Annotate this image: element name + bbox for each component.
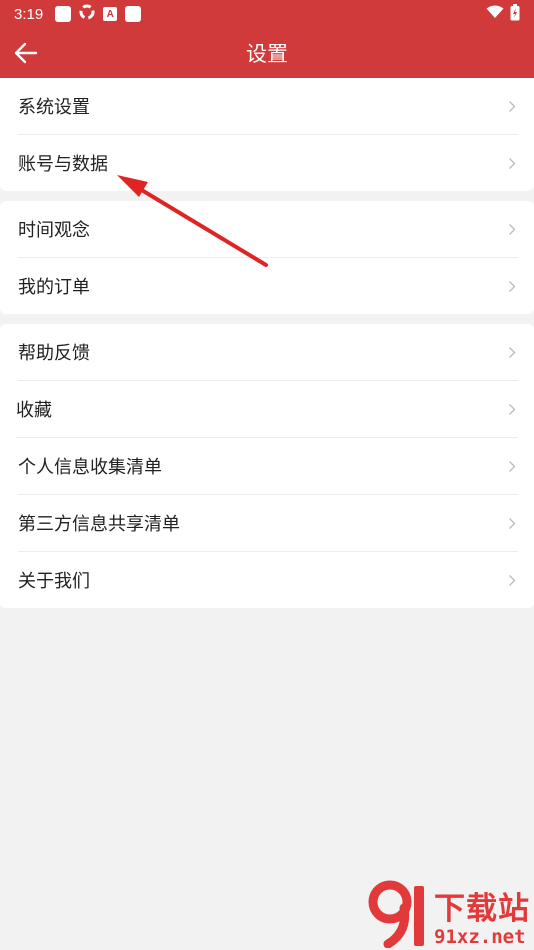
chevron-right-icon [506, 402, 518, 416]
menu-item-label: 关于我们 [18, 571, 90, 592]
square-icon [55, 6, 72, 22]
menu-item-label: 账号与数据 [18, 154, 108, 175]
menu-item-personal-info-list[interactable]: 个人信息收集清单 [18, 438, 518, 495]
menu-item-system-settings[interactable]: 系统设置 [18, 78, 518, 135]
chevron-right-icon [506, 573, 518, 587]
chevron-right-icon [506, 222, 518, 236]
menu-item-help-feedback[interactable]: 帮助反馈 [18, 324, 518, 381]
menu-item-account-data[interactable]: 账号与数据 [18, 135, 518, 191]
watermark-logo [368, 880, 424, 948]
menu-item-label: 第三方信息共享清单 [18, 514, 180, 535]
watermark: 下载站 91xz.net [368, 880, 530, 948]
status-time: 3:19 [14, 5, 44, 23]
status-bar: 3:19 A [0, 0, 534, 28]
chevron-right-icon [506, 99, 518, 113]
wifi-icon [486, 5, 504, 23]
menu-item-label: 我的订单 [18, 277, 90, 298]
back-button[interactable] [10, 38, 42, 68]
sync-icon [79, 4, 95, 24]
watermark-url: 91xz.net [434, 926, 526, 948]
menu-item-label: 收藏 [16, 400, 52, 421]
menu-item-label: 帮助反馈 [18, 343, 90, 364]
menu-item-label: 个人信息收集清单 [18, 457, 162, 478]
settings-group-3: 帮助反馈 收藏 个人信息收集清单 第三方信息共享清单 关于我们 [0, 324, 534, 608]
battery-icon [510, 3, 520, 25]
arrow-left-icon [14, 42, 38, 64]
a-icon: A [103, 7, 118, 21]
chevron-right-icon [506, 516, 518, 530]
settings-group-1: 系统设置 账号与数据 [0, 78, 534, 191]
chevron-right-icon [506, 279, 518, 293]
settings-group-2: 时间观念 我的订单 [0, 201, 534, 314]
menu-item-label: 系统设置 [18, 97, 90, 118]
menu-item-my-orders[interactable]: 我的订单 [18, 258, 518, 314]
square-icon [125, 6, 142, 22]
chevron-right-icon [506, 459, 518, 473]
menu-item-label: 时间观念 [18, 220, 90, 241]
chevron-right-icon [506, 345, 518, 359]
menu-item-third-party-sharing-list[interactable]: 第三方信息共享清单 [18, 495, 518, 552]
menu-item-time-concept[interactable]: 时间观念 [18, 201, 518, 258]
watermark-brand: 下载站 [434, 891, 530, 927]
chevron-right-icon [506, 156, 518, 170]
menu-item-favorites[interactable]: 收藏 [16, 381, 518, 438]
title-bar: 设置 [0, 28, 534, 78]
menu-item-about-us[interactable]: 关于我们 [18, 552, 518, 608]
page-title: 设置 [246, 42, 288, 66]
